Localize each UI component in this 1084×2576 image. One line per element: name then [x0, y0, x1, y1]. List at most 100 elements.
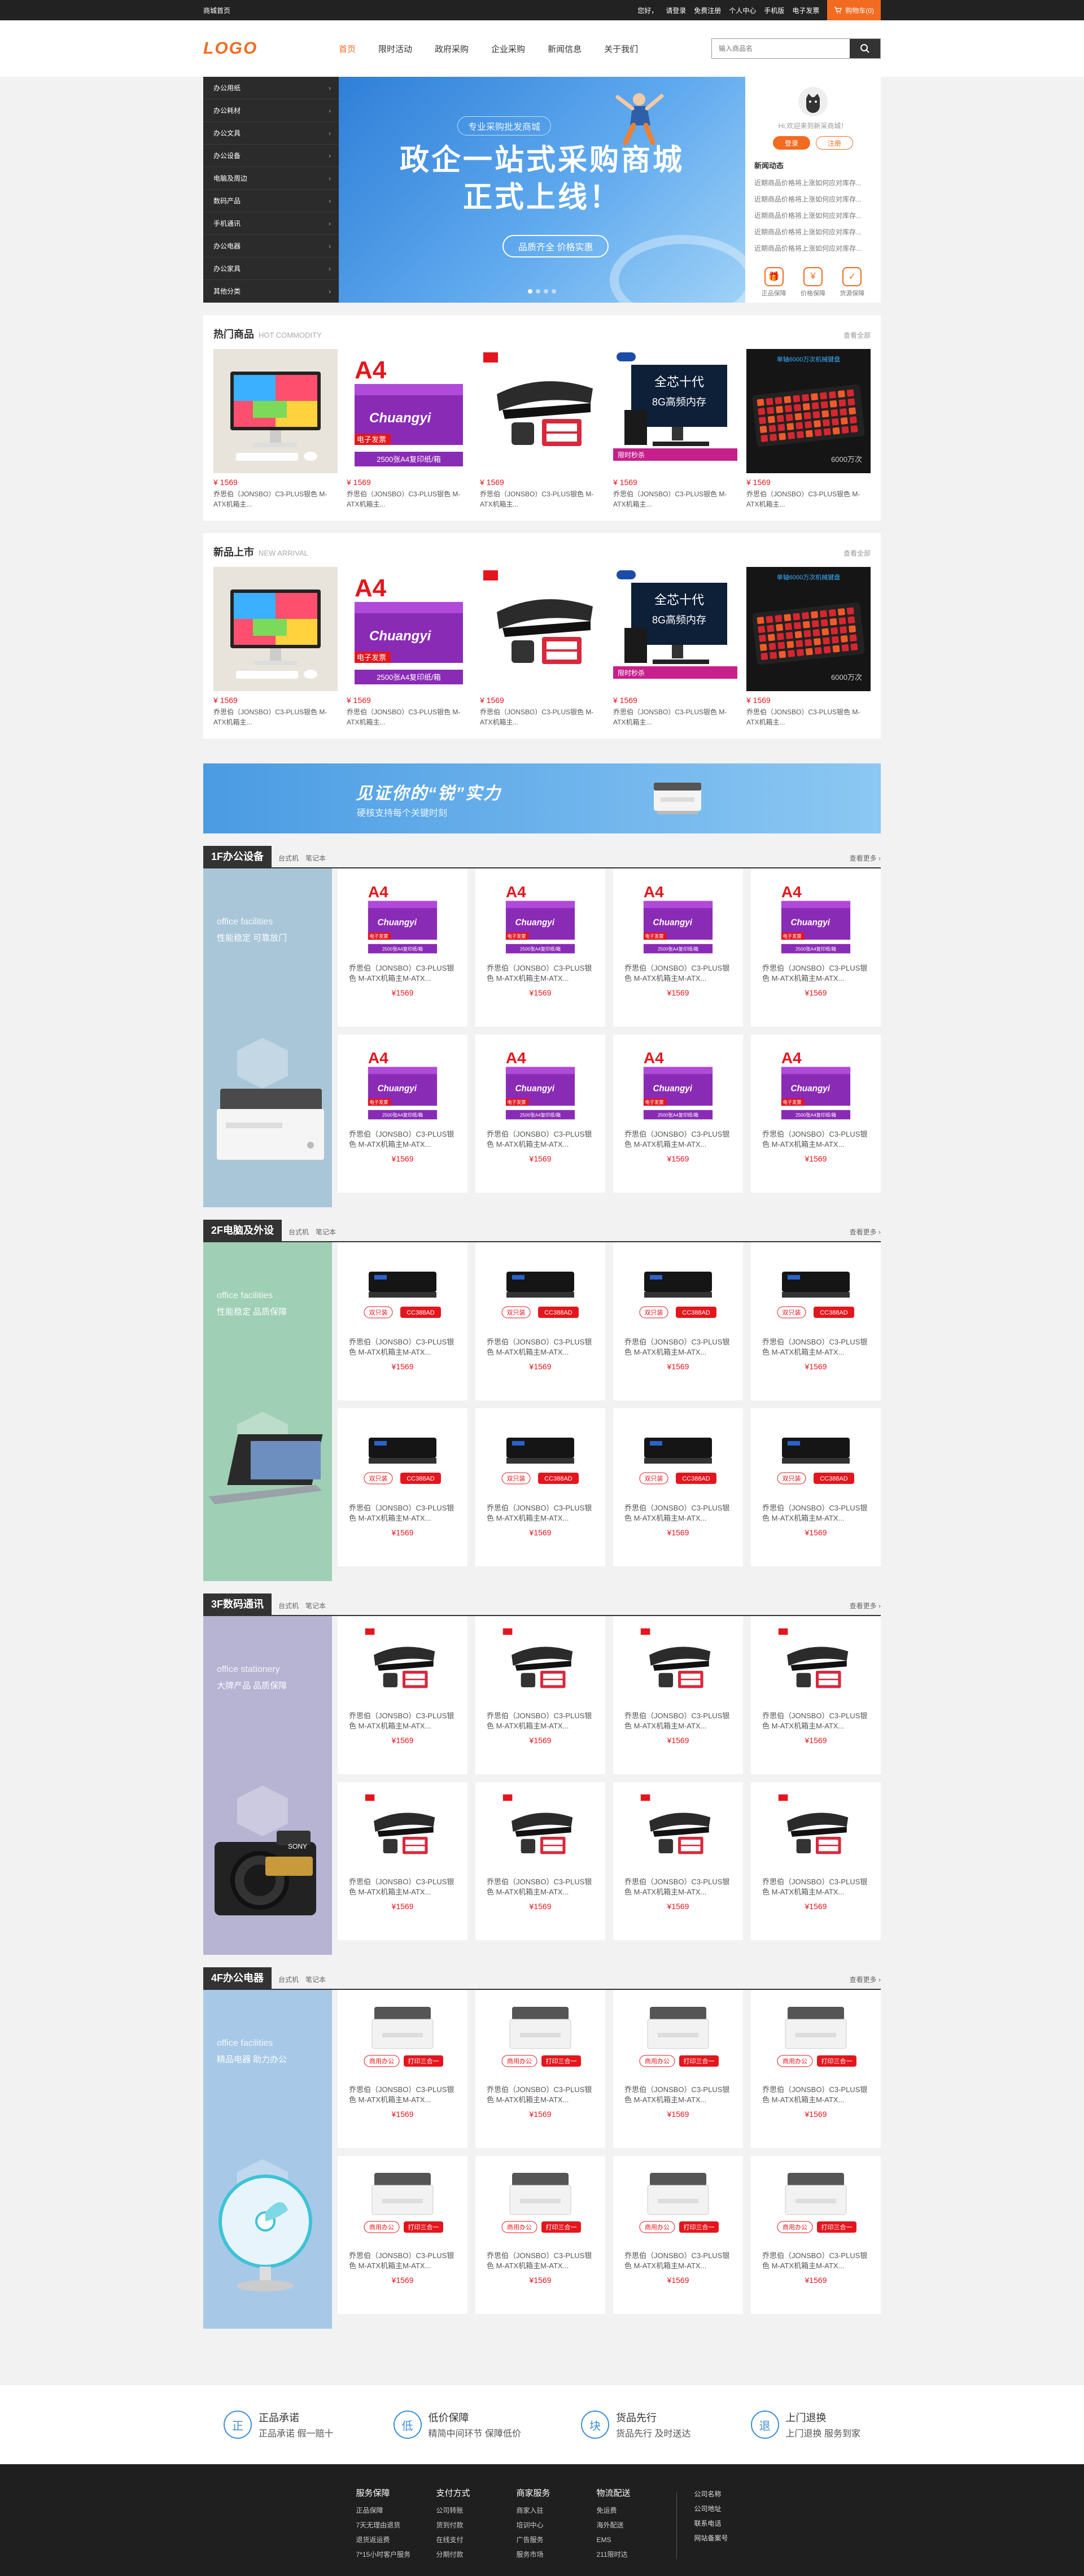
product-card[interactable]: 乔思伯（JONSBO）C3-PLUS银色 M-ATX机箱主M-ATX... ¥15… [751, 1782, 881, 1940]
paper-image[interactable]: A4 Chuangyi 电子发票 2500张A4复印纸/箱 [347, 349, 471, 473]
nav-enterprise-purchase[interactable]: 企业采购 [491, 43, 525, 55]
carousel-dot[interactable] [528, 289, 532, 294]
product-card[interactable]: 商用办公 打印三合一乔思伯（JONSBO）C3-PLUS银色 M-ATX机箱主M-… [338, 1990, 467, 2148]
service-genuine[interactable]: 🎁 正品保障 [762, 267, 786, 298]
printer-image[interactable]: 商用办公 打印三合一 [624, 2166, 732, 2245]
printer-image[interactable]: 商用办公 打印三合一 [349, 2000, 456, 2079]
product-name[interactable]: 乔思伯（JONSBO）C3-PLUS银色 M-ATX机箱主... [480, 707, 604, 727]
view-more-link[interactable]: 查看更多 › [850, 1975, 881, 1989]
footer-link[interactable]: 7天无理由退货 [356, 2518, 436, 2533]
product-card[interactable]: 商用办公 打印三合一乔思伯（JONSBO）C3-PLUS银色 M-ATX机箱主M-… [613, 1990, 743, 2148]
product-card[interactable]: 商用办公 打印三合一 乔思伯（JONSBO）C3-PLUS银色 M-ATX机箱主M-… [751, 1990, 881, 2148]
floor-tab[interactable]: 笔记本 [305, 1975, 326, 1984]
stapler-image[interactable] [480, 349, 604, 473]
product-name[interactable]: 乔思伯（JONSBO）C3-PLUS银色 M-ATX机箱主M-ATX... [624, 1503, 732, 1523]
product-name[interactable]: 乔思伯（JONSBO）C3-PLUS银色 M-ATX机箱主M-ATX... [349, 2085, 456, 2105]
cart-button[interactable]: 购物车(0) [827, 0, 881, 20]
stapler-image[interactable] [762, 1792, 869, 1871]
user-center-link[interactable]: 个人中心 [729, 6, 756, 15]
toner-image[interactable]: 双只装 CC388AD [349, 1252, 456, 1331]
footer-link[interactable]: 海外配送 [596, 2518, 676, 2533]
footer-link[interactable]: 退货返运费 [356, 2533, 436, 2547]
product-card[interactable]: ¥ 1569 乔思伯（JONSBO）C3-PLUS银色 M-ATX机箱主... [213, 349, 338, 509]
paper-image[interactable]: A4 Chuangyi 电子发票 2500张A4复印纸/箱 [624, 879, 732, 958]
desktop-pc-image[interactable]: 全芯十代 8G高频内存 限时秒杀 [613, 349, 737, 473]
footer-link[interactable]: 正品保障 [356, 2503, 436, 2518]
footer-link[interactable]: 分期付款 [436, 2547, 516, 2562]
product-name[interactable]: 乔思伯（JONSBO）C3-PLUS银色 M-ATX机箱主M-ATX... [762, 1337, 869, 1357]
stapler-image[interactable] [480, 567, 604, 691]
product-card[interactable]: 乔思伯（JONSBO）C3-PLUS银色 M-ATX机箱主M-ATX... ¥15… [475, 1616, 605, 1774]
nav-about[interactable]: 关于我们 [604, 43, 638, 55]
stapler-image[interactable] [349, 1626, 456, 1705]
product-card[interactable]: A4 Chuangyi 电子发票 2500张A4复印纸/箱 乔思伯（JONSBO）C3-… [613, 1034, 743, 1193]
product-card[interactable]: 乔思伯（JONSBO）C3-PLUS银色 M-ATX机箱主M-ATX... ¥15… [338, 1616, 467, 1774]
footer-link[interactable]: 商家入驻 [516, 2503, 596, 2518]
floor-tab[interactable]: 台式机 [278, 853, 299, 863]
home-link[interactable]: 商城首页 [203, 6, 230, 15]
product-card[interactable]: 单轴6000万次机械键盘 6000万次 ¥ 1569 乔思伯（JONSBO）C3-PL… [746, 567, 871, 727]
product-card[interactable]: 商用办公 打印三合一 乔思伯（JONSBO）C3-PLUS银色 M-ATX机箱主M-… [751, 2156, 881, 2314]
product-card[interactable]: A4 Chuangyi 电子发票 2500张A4复印纸/箱 ¥ 1569 乔思伯（JONS… [347, 349, 471, 509]
category-menu-item[interactable]: 电脑及周边 › [203, 167, 339, 190]
product-card[interactable]: 双只装 CC388AD 乔思伯（JONSBO）C3-PLUS银色 M-ATX机箱主M… [613, 1242, 743, 1400]
product-name[interactable]: 乔思伯（JONSBO）C3-PLUS银色 M-ATX机箱主M-ATX... [349, 1503, 456, 1523]
category-menu-item[interactable]: 办公耗材 › [203, 99, 339, 122]
product-name[interactable]: 乔思伯（JONSBO）C3-PLUS银色 M-ATX机箱主M-ATX... [349, 1337, 456, 1357]
product-card[interactable]: A4 Chuangyi 电子发票 2500张A4复印纸/箱 乔思伯（JONSBO）C3-… [475, 868, 605, 1027]
product-card[interactable]: 双只装 CC388AD 乔思伯（JONSBO）C3-PLUS银色 M-ATX机箱主M… [338, 1242, 467, 1400]
toner-image[interactable]: 双只装 CC388AD [762, 1418, 869, 1497]
footer-link[interactable]: 培训中心 [516, 2518, 596, 2533]
category-menu-item[interactable]: 办公电器 › [203, 235, 339, 257]
keyboard-image[interactable]: 单轴6000万次机械键盘 6000万次 [746, 567, 871, 691]
product-name[interactable]: 乔思伯（JONSBO）C3-PLUS银色 M-ATX机箱主M-ATX... [624, 1877, 732, 1897]
product-name[interactable]: 乔思伯（JONSBO）C3-PLUS银色 M-ATX机箱主M-ATX... [762, 1877, 869, 1897]
product-name[interactable]: 乔思伯（JONSBO）C3-PLUS银色 M-ATX机箱主M-ATX... [349, 963, 456, 984]
product-card[interactable]: 乔思伯（JONSBO）C3-PLUS银色 M-ATX机箱主M-ATX... ¥15… [613, 1782, 743, 1940]
product-name[interactable]: 乔思伯（JONSBO）C3-PLUS银色 M-ATX机箱主M-ATX... [624, 963, 732, 984]
monitor-image[interactable] [213, 567, 338, 691]
product-card[interactable]: A4 Chuangyi 电子发票 2500张A4复印纸/箱 ¥ 1569 乔思伯（JONS… [347, 567, 471, 727]
floor-tab[interactable]: 台式机 [278, 1975, 299, 1984]
toner-image[interactable]: 双只装 CC388AD [762, 1252, 869, 1331]
view-all-link[interactable]: 查看全部 [843, 548, 871, 558]
news-item[interactable]: 近期商品价格将上涨如何应对库存... [754, 208, 872, 224]
product-name[interactable]: 乔思伯（JONSBO）C3-PLUS银色 M-ATX机箱主... [213, 707, 338, 727]
news-item[interactable]: 近期商品价格将上涨如何应对库存... [754, 224, 872, 241]
login-link[interactable]: 请登录 [666, 6, 686, 15]
product-name[interactable]: 乔思伯（JONSBO）C3-PLUS银色 M-ATX机箱主M-ATX... [487, 1711, 594, 1731]
footer-link[interactable]: 免运费 [596, 2503, 676, 2518]
paper-image[interactable]: A4 Chuangyi 电子发票 2500张A4复印纸/箱 [347, 567, 471, 691]
paper-image[interactable]: A4 Chuangyi 电子发票 2500张A4复印纸/箱 [487, 1045, 594, 1124]
product-card[interactable]: A4 Chuangyi 电子发票 2500张A4复印纸/箱 乔思伯（JONSBO）C3-… [338, 868, 467, 1027]
product-card[interactable]: 商用办公 打印三合一 乔思伯（JONSBO）C3-PLUS银色 M-ATX机箱主M-… [475, 1990, 605, 2148]
product-name[interactable]: 乔思伯（JONSBO）C3-PLUS银色 M-ATX机箱主M-ATX... [624, 2085, 732, 2105]
product-name[interactable]: 乔思伯（JONSBO）C3-PLUS银色 M-ATX机箱主... [347, 489, 471, 509]
toner-image[interactable]: 双只装 CC388AD [487, 1252, 594, 1331]
stapler-image[interactable] [487, 1792, 594, 1871]
footer-link[interactable]: 服务市场 [516, 2547, 596, 2562]
view-more-link[interactable]: 查看更多 › [850, 853, 881, 867]
product-name[interactable]: 乔思伯（JONSBO）C3-PLUS银色 M-ATX机箱主M-ATX... [762, 1503, 869, 1523]
product-card[interactable]: 全芯十代 8G高频内存 限时秒杀 ¥ 1569 乔思伯（JONSBO）C3-PLUS银色… [613, 567, 737, 727]
footer-link[interactable]: EMS [596, 2533, 676, 2547]
category-menu-item[interactable]: 手机通讯 › [203, 212, 339, 235]
product-name[interactable]: 乔思伯（JONSBO）C3-PLUS银色 M-ATX机箱主M-ATX... [624, 1337, 732, 1357]
paper-image[interactable]: A4 Chuangyi 电子发票 2500张A4复印纸/箱 [762, 1045, 869, 1124]
product-name[interactable]: 乔思伯（JONSBO）C3-PLUS银色 M-ATX机箱主M-ATX... [487, 1877, 594, 1897]
category-menu-item[interactable]: 办公设备 › [203, 145, 339, 167]
printer-image[interactable]: 商用办公 打印三合一 [624, 2000, 732, 2079]
printer-image[interactable]: 商用办公 打印三合一 [487, 2000, 594, 2079]
product-name[interactable]: 乔思伯（JONSBO）C3-PLUS银色 M-ATX机箱主... [347, 707, 471, 727]
toner-image[interactable]: 双只装 CC388AD [349, 1418, 456, 1497]
paper-image[interactable]: A4 Chuangyi 电子发票 2500张A4复印纸/箱 [624, 1045, 732, 1124]
product-card[interactable]: 乔思伯（JONSBO）C3-PLUS银色 M-ATX机箱主M-ATX... ¥15… [751, 1616, 881, 1774]
product-card[interactable]: 乔思伯（JONSBO）C3-PLUS银色 M-ATX机箱主M-ATX... ¥15… [475, 1782, 605, 1940]
floor-tab[interactable]: 台式机 [289, 1227, 309, 1237]
login-button[interactable]: 登录 [773, 136, 810, 150]
product-card[interactable]: 商用办公 打印三合一 乔思伯（JONSBO）C3-PLUS银色 M-ATX机箱主M-… [338, 2156, 467, 2314]
floor-tab[interactable]: 笔记本 [316, 1227, 336, 1237]
product-name[interactable]: 乔思伯（JONSBO）C3-PLUS银色 M-ATX机箱主... [746, 707, 871, 727]
product-card[interactable]: ¥ 1569 乔思伯（JONSBO）C3-PLUS银色 M-ATX机箱主... [213, 567, 338, 727]
product-name[interactable]: 乔思伯（JONSBO）C3-PLUS银色 M-ATX机箱主M-ATX... [349, 1711, 456, 1731]
